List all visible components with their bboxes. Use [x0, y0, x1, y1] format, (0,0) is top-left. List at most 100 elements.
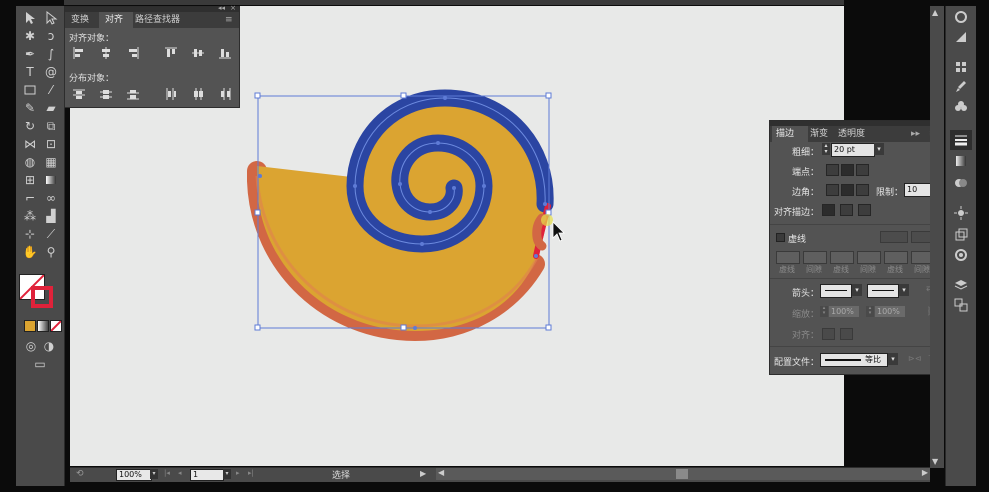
collapse-icon[interactable]: ◂◂ — [218, 4, 225, 12]
collapse-panel-icon[interactable]: ▸▸ — [911, 126, 921, 142]
align-bottom-icon[interactable] — [219, 47, 231, 59]
bevel-join-button-icon[interactable] — [856, 184, 869, 196]
distribute-horizontal-center-icon[interactable] — [192, 88, 204, 100]
last-artboard-icon[interactable]: ▸| — [248, 469, 254, 477]
none-mode-button-icon[interactable] — [50, 320, 62, 332]
artboard-number-input[interactable]: 1 — [190, 469, 224, 481]
next-artboard-icon[interactable]: ▸ — [236, 469, 240, 477]
type-tool-icon[interactable]: T — [21, 64, 39, 80]
align-top-icon[interactable] — [165, 47, 177, 59]
magic-wand-tool-icon[interactable]: ✱ — [21, 28, 39, 44]
color-panel-icon[interactable] — [954, 30, 968, 44]
start-arrowhead-select[interactable] — [820, 284, 852, 298]
column-graph-tool-icon[interactable]: ▟ — [42, 208, 60, 224]
lasso-tool-icon[interactable]: ↄ — [42, 28, 60, 44]
mesh-tool-icon[interactable]: ⊞ — [21, 172, 39, 188]
appearance-icon[interactable] — [954, 206, 968, 220]
layers-icon[interactable] — [954, 278, 968, 292]
distribute-top-icon[interactable] — [73, 88, 85, 100]
arrow-tip-at-end-button-icon[interactable] — [840, 328, 853, 340]
tab-align[interactable]: 对齐 — [99, 12, 133, 28]
eyedropper-tool-icon[interactable]: ⌐ — [21, 190, 39, 206]
scroll-right-icon[interactable]: ▶ — [922, 468, 928, 477]
zoom-dropdown-arrow[interactable]: ▾ — [150, 469, 158, 479]
scroll-left-icon[interactable]: ◀ — [438, 468, 444, 477]
distribute-right-icon[interactable] — [219, 88, 231, 100]
scale-start-stepper[interactable]: ▴ ▾ — [820, 306, 828, 317]
symbol-sprayer-tool-icon[interactable]: ⁂ — [21, 208, 39, 224]
profile-dropdown-arrow[interactable]: ▾ — [888, 353, 898, 365]
gap-field-1[interactable] — [803, 251, 827, 264]
butt-cap-button-icon[interactable] — [826, 164, 839, 176]
perspective-grid-tool-icon[interactable]: ▦ — [42, 154, 60, 170]
round-join-button-icon[interactable] — [841, 184, 854, 196]
scale-end-input[interactable]: 100% — [875, 306, 905, 317]
tab-pathfinder[interactable]: 路径查找器 — [135, 12, 195, 28]
tab-transparency[interactable]: 透明度 — [838, 126, 872, 142]
align-left-icon[interactable] — [73, 47, 85, 59]
tab-transform[interactable]: 变换 — [71, 12, 97, 28]
rotate-tool-icon[interactable]: ↻ — [21, 118, 39, 134]
horizontal-scroll-thumb[interactable] — [676, 469, 688, 479]
status-menu-arrow[interactable]: ▶ — [420, 469, 426, 478]
dashed-line-checkbox[interactable] — [776, 233, 785, 242]
color-guide-icon[interactable] — [954, 10, 968, 24]
brushes-icon[interactable] — [954, 80, 968, 94]
align-stroke-inside-button-icon[interactable] — [840, 204, 853, 216]
dash-field-1[interactable] — [776, 251, 800, 264]
limit-input[interactable]: 10 — [904, 183, 932, 197]
direct-selection-tool-icon[interactable] — [42, 10, 60, 26]
draw-behind-icon[interactable]: ◑ — [40, 338, 58, 354]
align-stroke-outside-button-icon[interactable] — [858, 204, 871, 216]
align-right-icon[interactable] — [127, 47, 139, 59]
stroke-panel-dock-button[interactable] — [950, 130, 972, 150]
scroll-up-icon[interactable]: ▲ — [932, 8, 938, 17]
screen-mode-icon[interactable]: ▭ — [31, 356, 49, 372]
align-horizontal-center-icon[interactable] — [100, 47, 112, 59]
spiral-tool-icon[interactable]: @ — [42, 64, 60, 80]
graphic-styles-icon[interactable] — [954, 228, 968, 242]
artboard-dropdown-arrow[interactable]: ▾ — [223, 469, 231, 479]
selection-tool-icon[interactable] — [21, 10, 39, 26]
pencil-tool-icon[interactable]: ✎ — [21, 100, 39, 116]
scale-start-input[interactable]: 100% — [829, 306, 859, 317]
zoom-input[interactable]: 100% — [116, 469, 152, 481]
scale-end-stepper[interactable]: ▴ ▾ — [866, 306, 874, 317]
first-artboard-icon[interactable]: |◂ — [164, 469, 170, 477]
rotate-view-icon[interactable]: ⟲ — [76, 469, 84, 479]
projecting-cap-button-icon[interactable] — [856, 164, 869, 176]
transparency-icon[interactable] — [954, 176, 968, 190]
panel-menu-icon[interactable]: ≡ — [225, 12, 237, 28]
vertical-scrollbar[interactable]: ▲ ▼ — [930, 6, 944, 468]
preserve-dash-button-icon[interactable] — [880, 231, 908, 243]
distribute-bottom-icon[interactable] — [127, 88, 139, 100]
end-arrowhead-select[interactable] — [867, 284, 899, 298]
width-tool-icon[interactable]: ⋈ — [21, 136, 39, 152]
horizontal-scrollbar[interactable]: ◀ ▶ — [436, 468, 930, 480]
flip-along-icon[interactable]: ⊳⊲ — [908, 354, 921, 363]
weight-dropdown-arrow[interactable]: ▾ — [874, 143, 884, 155]
miter-join-button-icon[interactable] — [826, 184, 839, 196]
profile-select[interactable]: 等比 — [820, 353, 888, 367]
close-icon[interactable]: × — [230, 4, 236, 12]
curvature-tool-icon[interactable]: ∫ — [42, 46, 60, 62]
symbols-icon[interactable] — [954, 100, 968, 114]
distribute-vertical-center-icon[interactable] — [100, 88, 112, 100]
swatches-icon[interactable] — [954, 60, 968, 74]
color-mode-button-icon[interactable] — [24, 320, 36, 332]
arrow-tip-beyond-button-icon[interactable] — [822, 328, 835, 340]
align-stroke-center-button-icon[interactable] — [822, 204, 835, 216]
zoom-tool-icon[interactable]: ⚲ — [42, 244, 60, 260]
tab-stroke[interactable]: 描边 — [772, 126, 808, 142]
image-trace-icon[interactable] — [954, 248, 968, 262]
rectangle-tool-icon[interactable] — [21, 82, 39, 98]
dash-field-2[interactable] — [830, 251, 854, 264]
weight-stepper[interactable]: ▴ ▾ — [822, 143, 830, 155]
weight-input[interactable]: 20 pt — [831, 143, 875, 157]
gradient-tool-icon[interactable] — [42, 172, 60, 188]
free-transform-tool-icon[interactable]: ⊡ — [42, 136, 60, 152]
gap-field-2[interactable] — [857, 251, 881, 264]
start-arrowhead-dropdown-arrow[interactable]: ▾ — [852, 284, 862, 296]
align-vertical-center-icon[interactable] — [192, 47, 204, 59]
tab-gradient[interactable]: 渐变 — [810, 126, 834, 142]
